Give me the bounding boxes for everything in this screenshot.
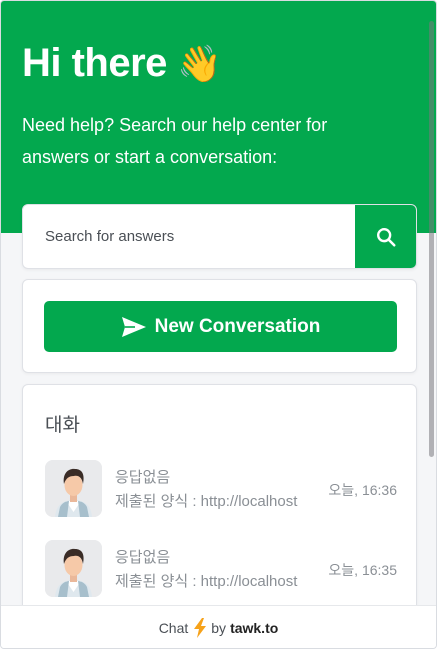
conversation-name: 응답없음	[115, 549, 171, 566]
search-input[interactable]	[23, 205, 355, 268]
hero-subtitle: Need help? Search our help center for an…	[22, 115, 328, 167]
powered-by-footer[interactable]: Chat by tawk.to	[1, 605, 436, 648]
waving-hand-icon: 👋	[176, 42, 222, 84]
footer-by-label: by	[211, 619, 227, 636]
footer-chat-label: Chat	[158, 619, 189, 636]
chat-widget: Hi there 👋 Need help? Search our help ce…	[0, 0, 437, 649]
conversation-preview: 제출된 양식 : http://localhost	[115, 573, 298, 590]
search-icon	[375, 226, 397, 248]
new-conversation-button[interactable]: New Conversation	[44, 301, 397, 352]
conversation-item[interactable]: 응답없음 제출된 양식 : http://localhost 오늘, 16:36	[45, 460, 400, 518]
new-conversation-label: New Conversation	[154, 315, 321, 337]
send-icon	[121, 316, 155, 338]
scrollbar-thumb[interactable]	[429, 21, 434, 457]
agent-avatar	[45, 540, 102, 597]
conversation-time: 오늘, 16:36	[328, 482, 397, 498]
lightning-icon	[193, 617, 207, 638]
conversations-title: 대화	[45, 415, 80, 436]
hero-header: Hi there 👋 Need help? Search our help ce…	[1, 1, 436, 233]
agent-avatar	[45, 460, 102, 517]
conversation-item[interactable]: 응답없음 제출된 양식 : http://localhost 오늘, 16:35	[45, 540, 400, 598]
conversation-time: 오늘, 16:35	[328, 562, 397, 578]
footer-brand: tawk.to	[230, 619, 279, 636]
conversation-preview: 제출된 양식 : http://localhost	[115, 493, 298, 510]
hero-title-text: Hi there	[22, 41, 167, 85]
conversation-name: 응답없음	[115, 469, 171, 486]
new-conversation-card: New Conversation	[22, 279, 417, 373]
hero-title: Hi there 👋	[22, 41, 222, 86]
search-button[interactable]	[355, 205, 416, 268]
search-card	[22, 204, 417, 269]
